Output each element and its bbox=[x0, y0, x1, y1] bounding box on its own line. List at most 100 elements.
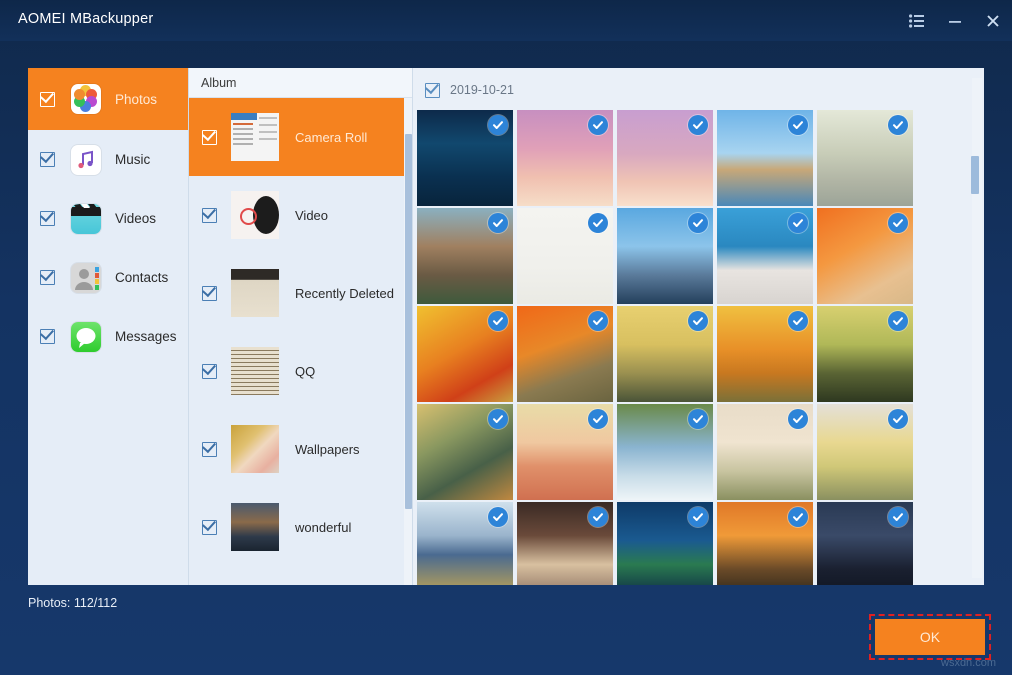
sidebar-label-music: Music bbox=[115, 152, 150, 167]
date-group-header[interactable]: 2019-10-21 bbox=[413, 78, 984, 102]
album-item-wallpapers[interactable]: Wallpapers bbox=[189, 410, 413, 488]
photo-thumbnail[interactable] bbox=[417, 404, 513, 500]
messages-checkbox[interactable] bbox=[40, 329, 55, 344]
photo-selected-check-icon[interactable] bbox=[688, 409, 708, 429]
camera-roll-checkbox[interactable] bbox=[202, 130, 217, 145]
sidebar-label-contacts: Contacts bbox=[115, 270, 168, 285]
photo-selected-check-icon[interactable] bbox=[688, 115, 708, 135]
photo-thumbnail[interactable] bbox=[717, 110, 813, 206]
photo-thumbnail[interactable] bbox=[417, 306, 513, 402]
photo-thumbnail[interactable] bbox=[617, 208, 713, 304]
photo-thumbnail[interactable] bbox=[517, 110, 613, 206]
close-icon[interactable] bbox=[979, 8, 1007, 34]
video-checkbox[interactable] bbox=[202, 208, 217, 223]
list-view-icon[interactable] bbox=[903, 8, 931, 34]
photo-selected-check-icon[interactable] bbox=[888, 213, 908, 233]
photo-thumbnail[interactable] bbox=[717, 502, 813, 585]
album-label-video: Video bbox=[295, 208, 328, 223]
photo-thumbnail[interactable] bbox=[617, 110, 713, 206]
grid-scrollbar-thumb[interactable] bbox=[971, 156, 979, 194]
photo-selected-check-icon[interactable] bbox=[588, 115, 608, 135]
photo-thumbnail[interactable] bbox=[517, 502, 613, 585]
photo-selected-check-icon[interactable] bbox=[788, 507, 808, 527]
photo-thumbnail[interactable] bbox=[817, 502, 913, 585]
photo-thumbnail[interactable] bbox=[617, 404, 713, 500]
videos-checkbox[interactable] bbox=[40, 211, 55, 226]
photo-thumbnail[interactable] bbox=[817, 404, 913, 500]
photo-selected-check-icon[interactable] bbox=[688, 311, 708, 331]
wonderful-checkbox[interactable] bbox=[202, 520, 217, 535]
date-group-label: 2019-10-21 bbox=[450, 83, 514, 97]
date-group-checkbox[interactable] bbox=[425, 83, 440, 98]
minimize-icon[interactable] bbox=[941, 8, 969, 34]
photo-selected-check-icon[interactable] bbox=[488, 507, 508, 527]
photo-thumbnail[interactable] bbox=[517, 208, 613, 304]
photo-thumbnail[interactable] bbox=[817, 208, 913, 304]
photo-selected-check-icon[interactable] bbox=[788, 115, 808, 135]
album-label-wonderful: wonderful bbox=[295, 520, 351, 535]
album-item-qq[interactable]: QQ bbox=[189, 332, 413, 410]
photo-selected-check-icon[interactable] bbox=[788, 409, 808, 429]
album-header: Album bbox=[189, 68, 413, 98]
album-item-video[interactable]: Video bbox=[189, 176, 413, 254]
album-thumbnail bbox=[231, 113, 279, 161]
photo-selected-check-icon[interactable] bbox=[888, 409, 908, 429]
photo-selected-check-icon[interactable] bbox=[588, 507, 608, 527]
photo-selected-check-icon[interactable] bbox=[588, 213, 608, 233]
album-label-wallpapers: Wallpapers bbox=[295, 442, 360, 457]
photos-checkbox[interactable] bbox=[40, 92, 55, 107]
sidebar-label-messages: Messages bbox=[115, 329, 177, 344]
album-scrollbar-thumb[interactable] bbox=[405, 134, 412, 509]
album-item-recently-deleted[interactable]: Recently Deleted bbox=[189, 254, 413, 332]
contacts-checkbox[interactable] bbox=[40, 270, 55, 285]
photo-thumbnail[interactable] bbox=[417, 110, 513, 206]
category-sidebar: Photos Music bbox=[28, 68, 188, 585]
photo-thumbnail[interactable] bbox=[417, 208, 513, 304]
recently-deleted-checkbox[interactable] bbox=[202, 286, 217, 301]
photo-grid bbox=[417, 110, 917, 585]
photo-selected-check-icon[interactable] bbox=[488, 311, 508, 331]
photo-thumbnail[interactable] bbox=[817, 110, 913, 206]
photo-thumbnail[interactable] bbox=[517, 404, 613, 500]
sidebar-item-photos[interactable]: Photos bbox=[28, 68, 188, 130]
photo-selected-check-icon[interactable] bbox=[788, 311, 808, 331]
album-header-label: Album bbox=[201, 76, 236, 90]
photo-thumbnail[interactable] bbox=[517, 306, 613, 402]
photo-thumbnail[interactable] bbox=[417, 502, 513, 585]
sidebar-label-videos: Videos bbox=[115, 211, 156, 226]
photo-selected-check-icon[interactable] bbox=[588, 311, 608, 331]
photo-thumbnail[interactable] bbox=[617, 306, 713, 402]
photo-selected-check-icon[interactable] bbox=[488, 409, 508, 429]
album-thumbnail bbox=[231, 347, 279, 395]
sidebar-item-contacts[interactable]: Contacts bbox=[28, 248, 188, 307]
album-item-camera-roll[interactable]: Camera Roll bbox=[189, 98, 413, 176]
ok-button[interactable]: OK bbox=[875, 619, 985, 655]
photo-thumbnail[interactable] bbox=[717, 208, 813, 304]
wallpapers-checkbox[interactable] bbox=[202, 442, 217, 457]
photo-thumbnail[interactable] bbox=[617, 502, 713, 585]
qq-checkbox[interactable] bbox=[202, 364, 217, 379]
photo-selected-check-icon[interactable] bbox=[888, 311, 908, 331]
photo-selected-check-icon[interactable] bbox=[688, 507, 708, 527]
sidebar-item-videos[interactable]: Videos bbox=[28, 189, 188, 248]
photo-selected-check-icon[interactable] bbox=[888, 115, 908, 135]
photo-thumbnail[interactable] bbox=[717, 306, 813, 402]
album-item-wonderful[interactable]: wonderful bbox=[189, 488, 413, 566]
album-label-camera-roll: Camera Roll bbox=[295, 130, 367, 145]
photo-selected-check-icon[interactable] bbox=[588, 409, 608, 429]
photo-grid-pane: 2019-10-21 bbox=[412, 68, 984, 585]
status-text: Photos: 112/112 bbox=[28, 596, 117, 610]
music-checkbox[interactable] bbox=[40, 152, 55, 167]
sidebar-item-messages[interactable]: Messages bbox=[28, 307, 188, 366]
album-column: Album bbox=[188, 68, 413, 585]
photo-selected-check-icon[interactable] bbox=[488, 213, 508, 233]
sidebar-item-music[interactable]: Music bbox=[28, 130, 188, 189]
grid-scrollbar-track[interactable] bbox=[972, 78, 982, 578]
photo-selected-check-icon[interactable] bbox=[488, 115, 508, 135]
photo-selected-check-icon[interactable] bbox=[888, 507, 908, 527]
photo-thumbnail[interactable] bbox=[717, 404, 813, 500]
photo-selected-check-icon[interactable] bbox=[688, 213, 708, 233]
photo-selected-check-icon[interactable] bbox=[788, 213, 808, 233]
album-list: Camera Roll Video Recently Deleted bbox=[189, 98, 413, 585]
photo-thumbnail[interactable] bbox=[817, 306, 913, 402]
